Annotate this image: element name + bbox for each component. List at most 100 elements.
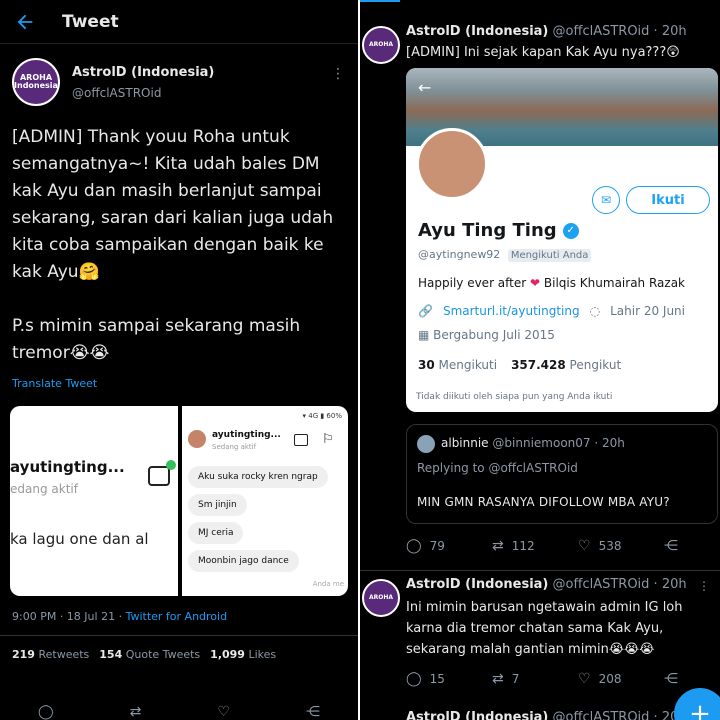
quoted-author-handle-time: @binniemoon07 · 20h [492, 436, 625, 450]
profile-handle: @aytingnew92 Mengikuti Anda [418, 248, 592, 262]
retweets-stat[interactable]: 219 Retweets [12, 648, 89, 661]
message-icon: ✉ [592, 186, 620, 214]
author-handle-time: @offclASTROid · 20h [552, 577, 687, 592]
like-count: 208 [598, 672, 622, 686]
chat-bubble: MJ ceria [188, 522, 244, 544]
timeline-tweet[interactable]: AstrolD (Indonesia) @offclASTROid · 20h [360, 706, 720, 720]
tweet-text: Ini mimin barusan ngetawain admin IG loh… [406, 600, 683, 657]
author-display-name[interactable]: AstrolD (Indonesia) [406, 577, 548, 592]
retweet-count: 112 [511, 539, 535, 553]
page-title: Tweet [62, 11, 119, 32]
chat-contact-status: edang aktif [10, 482, 78, 496]
media-image-2[interactable]: ▾ 4G ▮ 60% ayutingting... Sedang aktif ⚐… [182, 406, 348, 596]
profile-counts: 30 Mengikuti 357.428 Pengikut [418, 358, 621, 372]
share-icon: ⋲ [664, 671, 678, 687]
tweet-stats: 219 Retweets 154 Quote Tweets 1,099 Like… [0, 636, 358, 661]
reply-count: 15 [429, 672, 445, 686]
quoted-author-name: albinnie [441, 436, 489, 450]
calendar-icon: ▦ [418, 328, 430, 342]
reply-button[interactable]: ◯ 15 [406, 671, 492, 687]
avatar[interactable]: AROHA [362, 26, 400, 64]
chat-contact-status: Sedang aktif [212, 443, 257, 451]
flag-icon: ⚐ [322, 432, 334, 447]
not-followed-note: Tidak diikuti oleh siapa pun yang Anda i… [416, 392, 613, 402]
translate-tweet-link[interactable]: Translate Tweet [0, 367, 358, 390]
more-options-icon[interactable]: ⋮ [698, 579, 710, 593]
profile-name-text: Ayu Ting Ting [418, 220, 557, 241]
reply-count: 79 [429, 539, 445, 553]
tweet-timestamp: 9:00 PM · 18 Jul 21 · [12, 610, 126, 623]
retweet-button[interactable]: ⇄ 112 [492, 538, 578, 554]
avatar[interactable]: AROHA [362, 579, 400, 617]
back-arrow-icon[interactable] [14, 11, 36, 33]
author-display-name[interactable]: AstrolD (Indonesia) [406, 710, 548, 720]
avatar[interactable]: AROHA Indonesia [12, 58, 60, 106]
reply-button[interactable]: ◯ 79 [406, 538, 492, 554]
replying-to: Replying to @offclASTROid [417, 461, 578, 475]
retweet-icon[interactable]: ⇄ [130, 704, 142, 720]
profile-avatar [416, 128, 488, 200]
reply-icon[interactable]: ◯ [38, 704, 54, 720]
profile-handle-text: @aytingnew92 [418, 248, 501, 261]
profile-info-row: 🔗 Smarturl.it/ayutingting ◌ Lahir 20 Juni [418, 304, 685, 318]
tweet-header-line: AstrolD (Indonesia) @offclASTROid · 20h [406, 24, 687, 39]
author-display-name[interactable]: AstrolD (Indonesia) [72, 65, 214, 80]
share-button[interactable]: ⋲ [664, 671, 720, 687]
author-display-name[interactable]: AstrolD (Indonesia) [406, 24, 548, 39]
reply-icon: ◯ [406, 538, 422, 554]
like-icon: ♡ [578, 538, 591, 554]
chat-bubble: Moonbin jago dance [188, 550, 299, 572]
tweet-detail-pane: Tweet AROHA Indonesia AstrolD (Indonesia… [0, 0, 358, 720]
tweet-media[interactable]: ayutingting... edang aktif ka lagu one d… [10, 406, 348, 596]
chat-bubble: Sm jinjin [188, 494, 247, 516]
profile-name: Ayu Ting Ting ✓ [418, 220, 579, 241]
follow-button: Ikuti [626, 186, 710, 214]
tweet-header-line: AstrolD (Indonesia) @offclASTROid · 20h [406, 710, 687, 720]
profile-bio: Happily ever after ❤ Bilqis Khumairah Ra… [418, 276, 685, 290]
tweet-author: AROHA Indonesia AstrolD (Indonesia) @off… [0, 44, 358, 106]
profile-joined-text: Bergabung Juli 2015 [433, 328, 555, 342]
media-image-1[interactable]: ayutingting... edang aktif ka lagu one d… [10, 406, 178, 596]
quoted-tweet-header: albinnie @binniemoon07 · 20h [441, 436, 625, 450]
chat-message-text: ka lagu one dan al [10, 530, 149, 548]
tweet-text: [ADMIN] Thank youu Roha untuk semangatny… [12, 127, 334, 363]
profile-screenshot-card[interactable]: ← ✉ Ikuti Ayu Ting Ting ✓ @aytingnew92 M… [406, 68, 718, 412]
online-dot-icon [166, 460, 176, 470]
follows-you-badge: Mengikuti Anda [507, 249, 592, 262]
profile-link: Smarturl.it/ayutingting [442, 304, 580, 318]
like-button[interactable]: ♡ 538 [578, 538, 664, 554]
timeline-tweet[interactable]: AROHA AstrolD (Indonesia) @offclASTROid … [360, 571, 720, 701]
author-handle-time: @offclASTROid · 20h [552, 24, 687, 39]
retweet-button[interactable]: ⇄ 7 [492, 671, 578, 687]
quoted-tweet[interactable]: albinnie @binniemoon07 · 20h Replying to… [406, 424, 718, 524]
retweet-icon: ⇄ [492, 538, 504, 554]
link-icon: 🔗 [418, 304, 433, 318]
tweet-source-link[interactable]: Twitter for Android [126, 610, 228, 623]
avatar [417, 435, 435, 453]
tweet-text: [ADMIN] Ini sejak kapan Kak Ayu nya???😲 [406, 45, 680, 60]
tweet-action-bar: ◯ 79 ⇄ 112 ♡ 538 ⋲ [406, 538, 720, 554]
plus-icon: + [689, 699, 711, 720]
share-icon[interactable]: ⋲ [306, 704, 320, 720]
chat-bubble: Aku suka rocky kren ngrap [188, 466, 328, 488]
phone-status-bar: ▾ 4G ▮ 60% [302, 412, 342, 420]
tweet-header-line: AstrolD (Indonesia) @offclASTROid · 20h [406, 577, 687, 592]
back-arrow-icon: ← [418, 78, 432, 97]
like-icon: ♡ [578, 671, 591, 687]
chat-avatar [188, 430, 206, 448]
like-button[interactable]: ♡ 208 [578, 671, 664, 687]
tweet-action-bar: ◯ 15 ⇄ 7 ♡ 208 ⋲ [406, 671, 720, 687]
heart-icon: ❤ [530, 276, 541, 290]
video-call-icon [148, 466, 170, 486]
quote-tweets-stat[interactable]: 154 Quote Tweets [99, 648, 200, 661]
share-button[interactable]: ⋲ [664, 538, 720, 554]
like-icon[interactable]: ♡ [217, 704, 230, 720]
author-handle[interactable]: @offclASTROid [72, 86, 214, 100]
reply-icon: ◯ [406, 671, 422, 687]
timeline-tweet[interactable]: AROHA AstrolD (Indonesia) @offclASTROid … [360, 0, 720, 570]
birthday-icon: ◌ [589, 304, 601, 318]
timeline-pane: AROHA AstrolD (Indonesia) @offclASTROid … [360, 0, 720, 720]
more-options-icon[interactable]: ⋮ [331, 66, 345, 82]
share-icon: ⋲ [664, 538, 678, 554]
likes-stat[interactable]: 1,099 Likes [210, 648, 276, 661]
